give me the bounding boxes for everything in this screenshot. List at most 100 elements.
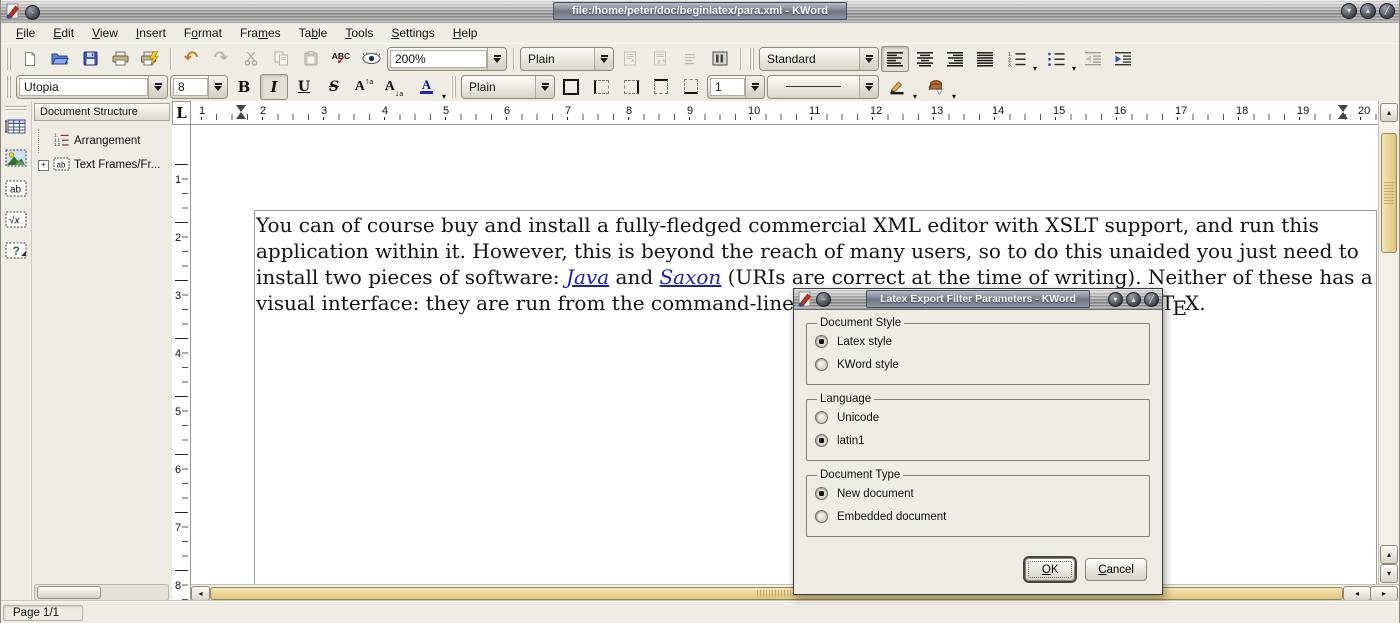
numbered-list-button[interactable]: 1.2.3.▾ [1001,46,1038,72]
window-titlebar[interactable]: · file:/home/peter/doc/beginlatex/para.x… [1,0,1399,24]
increase-indent-button[interactable] [1109,46,1137,72]
menu-view[interactable]: View [83,24,127,42]
subscript-button[interactable]: A↓a [380,74,408,100]
saxon-link[interactable]: Saxon [659,265,721,289]
undo-button[interactable]: ↶ [177,46,205,72]
menu-frames[interactable]: Frames [231,24,290,42]
font-size-combo[interactable]: 8 [170,75,228,99]
bullet-list-button[interactable]: ▾ [1040,46,1077,72]
vertical-scrollbar-thumb[interactable] [1381,133,1397,253]
border-bottom-button[interactable] [677,74,705,100]
italic-button[interactable]: I [260,74,288,100]
document-canvas[interactable]: You can of course buy and install a full… [191,125,1379,584]
maximize-button[interactable]: ▴ [1360,3,1376,19]
strikethrough-button[interactable]: S [320,74,348,100]
tree-expander[interactable]: + [38,160,49,171]
shade-button[interactable]: ▾ [1341,3,1357,19]
frame-style-combo[interactable]: Plain [461,75,555,99]
sticky-button[interactable]: · [25,5,40,20]
menu-help[interactable]: Help [444,24,487,42]
toolbar-handle[interactable] [5,105,27,111]
border-right-button[interactable] [617,74,645,100]
underline-button[interactable]: U [290,74,318,100]
save-document-button[interactable] [76,46,104,72]
cancel-button[interactable]: Cancel [1085,558,1147,581]
scroll-left-button-2[interactable]: ◂ [1343,586,1371,601]
menubar: FileEditViewInsertFormatFramesTableTools… [1,23,1399,44]
toolbar-handle[interactable] [749,48,755,70]
border-width-combo[interactable]: 1 [707,75,765,99]
insert-formula-button[interactable]: √x [3,209,29,235]
background-color-button[interactable]: ▾ [920,74,957,100]
horizontal-scrollbar-thumb[interactable] [210,587,1343,600]
option-latin1[interactable]: latin1 [815,429,1141,452]
zoom-combo[interactable]: 200% [387,47,507,71]
print-preview-button[interactable] [136,46,164,72]
formatmarks-icon [712,51,728,66]
paragraph-style-combo[interactable]: Plain [520,47,614,71]
style-combo[interactable]: Standard [759,47,879,71]
new-document-button[interactable] [16,46,44,72]
spellcheck-button[interactable]: ABC✓ [327,46,355,72]
option-new-document[interactable]: New document [815,482,1141,505]
formatting-marks-button[interactable] [706,46,734,72]
dialog-minimize-button[interactable]: − [816,292,831,307]
scroll-up-button[interactable]: ▴ [1380,103,1398,122]
toolbar-handle[interactable] [6,76,12,98]
menu-settings[interactable]: Settings [382,24,443,42]
toolbar-handle[interactable] [451,76,457,98]
menu-format[interactable]: Format [175,24,231,42]
font-family-combo[interactable]: Utopia [16,75,168,99]
horizontal-ruler[interactable]: 1234567891011121314151617181920 [191,101,1379,125]
menu-tools[interactable]: Tools [336,24,382,42]
dialog-shade-button[interactable]: ▾ [1108,292,1123,307]
java-link[interactable]: Java [566,265,609,289]
ruler-number: 3 [318,105,330,117]
border-left-button[interactable] [587,74,615,100]
ok-button[interactable]: OK [1025,558,1075,581]
close-button[interactable]: ╱ [1379,3,1395,19]
option-unicode[interactable]: Unicode [815,406,1141,429]
menu-file[interactable]: File [7,24,44,42]
vertical-scrollbar[interactable]: ▴ ▴ ▾ [1378,101,1399,584]
tree-item-text-frames-fr[interactable]: +abText Frames/Fr... [38,153,172,177]
scroll-down-button[interactable]: ▾ [1380,564,1398,583]
option-embedded-document[interactable]: Embedded document [815,505,1141,528]
scroll-up-button-2[interactable]: ▴ [1380,545,1398,564]
vertical-ruler[interactable]: 12345678 [172,125,191,602]
redo-button: ↷ [207,46,235,72]
insert-object-button[interactable]: ? [3,240,29,266]
border-outline-button[interactable] [557,74,585,100]
align-center-button[interactable] [911,46,939,72]
align-left-button[interactable] [881,46,909,72]
tree-item-arrangement[interactable]: 1.1.11.2Arrangement [38,129,172,153]
superscript-button[interactable]: A↑a [350,74,378,100]
option-latex-style[interactable]: Latex style [815,330,1141,353]
insert-picture-button[interactable] [3,147,29,173]
panel-scrollbar-thumb[interactable] [37,586,101,599]
menu-insert[interactable]: Insert [127,24,175,42]
scroll-left-button[interactable]: ◂ [191,586,210,601]
bold-button[interactable]: B [230,74,258,100]
menu-edit[interactable]: Edit [44,24,83,42]
border-style-combo[interactable] [767,75,879,99]
toolbar-handle[interactable] [6,48,12,70]
border-color-button[interactable]: ▾ [881,74,918,100]
dialog-maximize-button[interactable]: ▴ [1126,292,1141,307]
option-kword-style[interactable]: KWord style [815,353,1141,376]
align-right-button[interactable] [941,46,969,72]
print-button[interactable] [106,46,134,72]
scroll-right-button[interactable]: ▸ [1370,586,1398,601]
dropdown-arrow-icon: ▾ [913,92,917,101]
dialog-close-button[interactable]: ╱ [1144,292,1159,307]
panel-scrollbar[interactable] [34,584,169,601]
font-color-button[interactable]: A▾ [410,74,447,100]
view-button[interactable] [357,46,385,72]
menu-table[interactable]: Table [290,24,337,42]
open-document-button[interactable] [46,46,74,72]
insert-table-button[interactable] [3,116,29,142]
insert-textframe-button[interactable]: ab [3,178,29,204]
align-justify-button[interactable] [971,46,999,72]
dialog-titlebar[interactable]: − Latex Export Filter Parameters - KWord… [794,289,1162,310]
border-top-button[interactable] [647,74,675,100]
